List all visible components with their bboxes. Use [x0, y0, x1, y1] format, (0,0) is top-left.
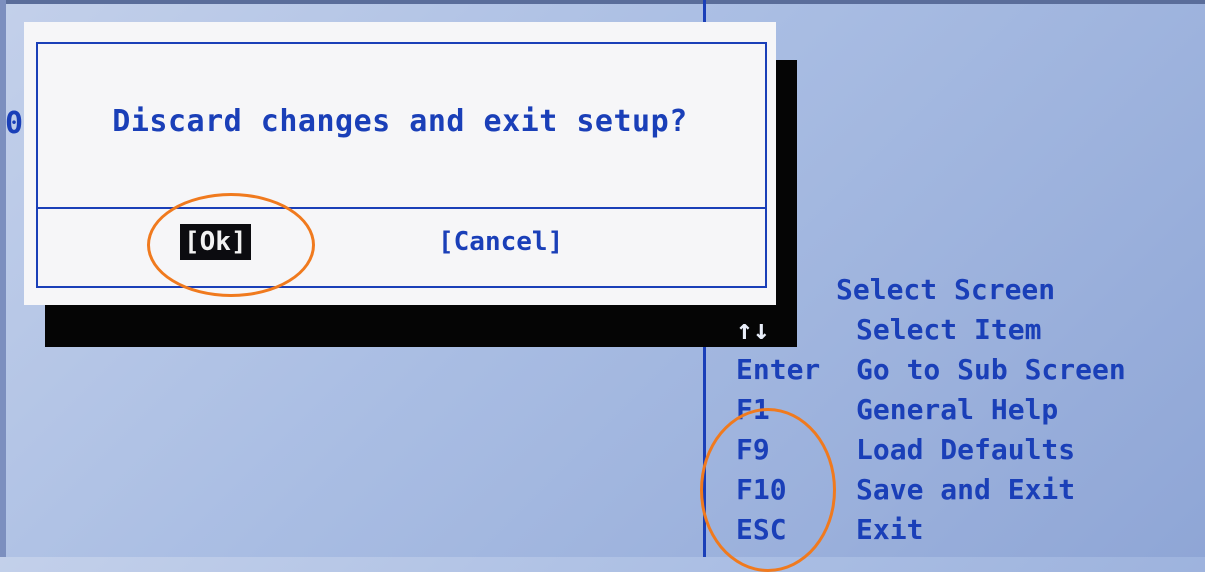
- help-desc: Select Screen: [836, 273, 1056, 306]
- help-key: Enter: [736, 353, 821, 386]
- help-desc: General Help: [856, 393, 1059, 426]
- help-desc: Exit: [856, 513, 924, 546]
- help-key: F10: [736, 473, 787, 506]
- arrows-icon: ↑↓: [736, 313, 770, 346]
- cancel-button[interactable]: [Cancel]: [434, 224, 567, 260]
- dialog-border: [36, 42, 767, 288]
- screen-top-edge: [0, 0, 1205, 4]
- help-desc: Save and Exit: [856, 473, 1076, 506]
- help-key: F1: [736, 393, 770, 426]
- help-key: F9: [736, 433, 770, 466]
- help-desc: Load Defaults: [856, 433, 1076, 466]
- dialog-message: Discard changes and exit setup?: [112, 104, 688, 139]
- help-desc: Select Item: [856, 313, 1042, 346]
- dialog-separator: [36, 207, 767, 209]
- help-desc: Go to Sub Screen: [856, 353, 1126, 386]
- help-key: ESC: [736, 513, 787, 546]
- confirm-dialog: Discard changes and exit setup? [Ok] [Ca…: [24, 22, 776, 305]
- partial-edge-glyph: 0: [5, 106, 24, 141]
- ok-button[interactable]: [Ok]: [180, 224, 251, 260]
- screen-left-edge: [0, 0, 6, 557]
